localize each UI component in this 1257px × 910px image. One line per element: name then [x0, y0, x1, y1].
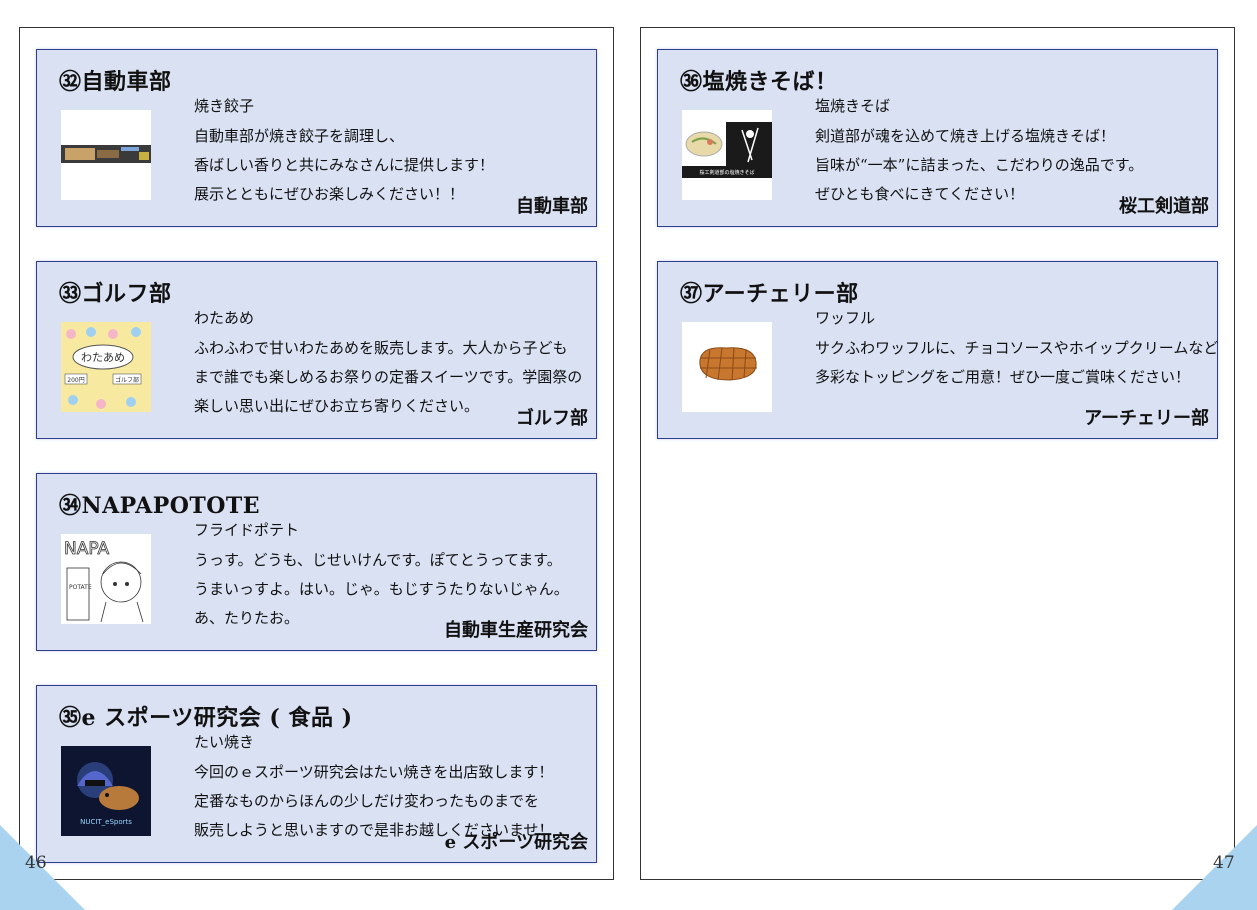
card-automobile-club: ㉜自動車部 焼き餃子 自動車部が焼き餃子を調理し、 香ばしい香りと共にみなさんに…: [36, 49, 597, 227]
sketch-title: NAPA: [64, 539, 110, 559]
menu-item: ワッフル: [815, 309, 876, 327]
description: 自動車部が焼き餃子を調理し、 香ばしい香りと共にみなさんに提供します！ 展示とと…: [194, 122, 494, 209]
left-page: ㉜自動車部 焼き餃子 自動車部が焼き餃子を調理し、 香ばしい香りと共にみなさんに…: [19, 27, 614, 880]
card-title: ㉜自動車部: [59, 69, 172, 95]
organization-name: ゴルフ部: [516, 408, 588, 429]
description-line: 香ばしい香りと共にみなさんに提供します！: [194, 156, 495, 174]
organization-name: 自動車生産研究会: [444, 620, 588, 641]
card-kendo-club: ㊱塩焼きそば！ 桜工剣道部の塩焼きそば 塩焼きそば 剣道部が魂を込めて焼き上げる…: [657, 49, 1218, 227]
poster-org: ゴルフ部: [115, 376, 139, 384]
organization-name: 自動車部: [516, 196, 588, 217]
waffle-icon: [682, 322, 772, 412]
organization-name: アーチェリー部: [1084, 408, 1209, 429]
card-title: ㊲アーチェリー部: [680, 281, 859, 307]
description-line: 自動車部が焼き餃子を調理し、: [194, 127, 405, 145]
description-line: 多彩なトッピングをご用意！ぜひ一度ご賞味ください！: [815, 368, 1191, 386]
description-line: ふわふわで甘いわたあめを販売します。大人から子ども: [194, 339, 568, 357]
description: サクふわワッフルに、チョコソースやホイップクリームなど 多彩なトッピングをご用意…: [815, 334, 1218, 392]
card-title: ㊱塩焼きそば！: [680, 69, 838, 95]
description-line: 剣道部が魂を込めて焼き上げる塩焼きそば！: [815, 127, 1116, 145]
description-line: 今回のｅスポーツ研究会はたい焼きを出店致します！: [194, 763, 554, 781]
card-golf-club: ㉝ゴルフ部 わたあめ 200円 ゴルフ部 わたあめ ふわふわで甘いわたあめを販売…: [36, 261, 597, 439]
description-line: 定番なものからほんの少しだけ変わったものまでを: [194, 792, 540, 810]
menu-item: たい焼き: [194, 733, 255, 751]
description-line: 展示とともにぜひお楽しみください！！: [194, 185, 465, 203]
description: 剣道部が魂を込めて焼き上げる塩焼きそば！ 旨味が“一本”に詰まった、こだわりの逸…: [815, 122, 1143, 209]
card-title: ㉟e スポーツ研究会 ( 食品 ): [59, 705, 353, 731]
poster-price: 200円: [67, 377, 84, 384]
right-page: ㊱塩焼きそば！ 桜工剣道部の塩焼きそば 塩焼きそば 剣道部が魂を込めて焼き上げる…: [640, 27, 1235, 880]
sketch-label: POTATE: [69, 584, 92, 591]
image-caption: 桜工剣道部の塩焼きそば: [699, 169, 754, 176]
organization-name: 桜工剣道部: [1119, 196, 1209, 217]
card-napapotote: ㉞NAPAPOTOTE NAPA POTATE フライドポテト うっす。どうも、…: [36, 473, 597, 651]
sketch-drawing: NAPA POTATE: [61, 534, 151, 624]
description-line: 旨味が“一本”に詰まった、こだわりの逸品です。: [815, 156, 1144, 174]
menu-item: わたあめ: [194, 309, 255, 327]
description-line: うまいっすよ。はい。じゃ。もじすうたりないじゃん。: [194, 580, 569, 598]
menu-item: フライドポテト: [194, 521, 300, 539]
description-line: ぜひとも食べにきてください！: [815, 185, 1025, 203]
description-line: うっす。どうも、じせいけんです。ぽてとうってます。: [194, 551, 562, 569]
gyoza-photo: [61, 110, 151, 200]
card-esports-club: ㉟e スポーツ研究会 ( 食品 ) NUCIT_eSports たい焼き 今回の…: [36, 685, 597, 863]
esports-logo: NUCIT_eSports: [61, 746, 151, 836]
card-title: ㉞NAPAPOTOTE: [59, 493, 261, 519]
organization-name: e スポーツ研究会: [444, 832, 588, 853]
cotton-candy-poster: わたあめ 200円 ゴルフ部: [61, 322, 151, 412]
page-number-right: 47: [1213, 853, 1235, 873]
poster-title: わたあめ: [81, 351, 125, 364]
card-archery-club: ㊲アーチェリー部 ワッフル サクふわワッフルに、チョコソースやホイップクリームな…: [657, 261, 1218, 439]
card-title: ㉝ゴルフ部: [59, 281, 172, 307]
esports-logo-text: NUCIT_eSports: [80, 818, 132, 826]
description-line: まで誰でも楽しめるお祭りの定番スイーツです。学園祭の: [194, 368, 583, 386]
menu-item: 焼き餃子: [194, 97, 255, 115]
yakisoba-kendo-image: 桜工剣道部の塩焼きそば: [682, 110, 772, 200]
description-line: サクふわワッフルに、チョコソースやホイップクリームなど: [815, 339, 1219, 357]
page-number-left: 46: [25, 853, 47, 873]
menu-item: 塩焼きそば: [815, 97, 891, 115]
